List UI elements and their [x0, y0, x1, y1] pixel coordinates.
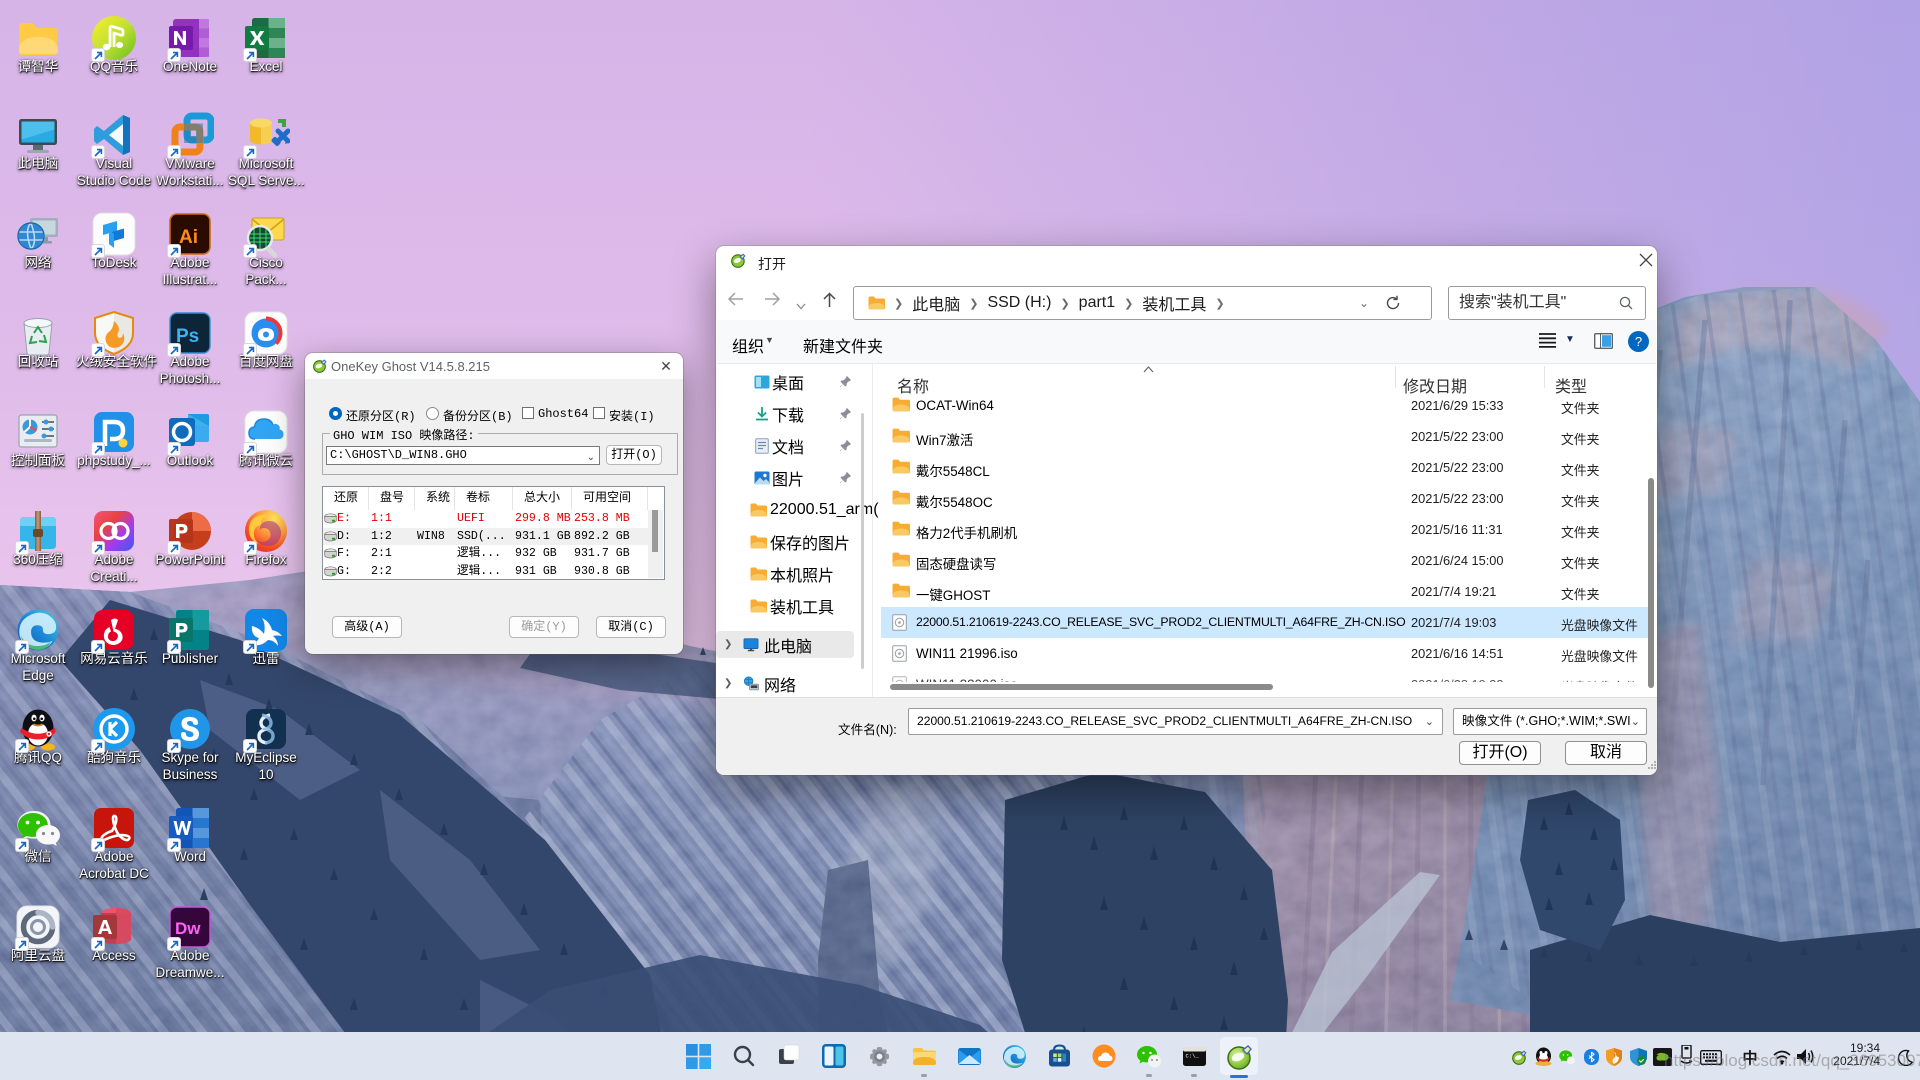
svg-text:Ai: Ai: [179, 227, 198, 248]
svg-text:Dw: Dw: [175, 919, 201, 938]
svg-text:C:\_: C:\_: [1185, 1052, 1199, 1059]
